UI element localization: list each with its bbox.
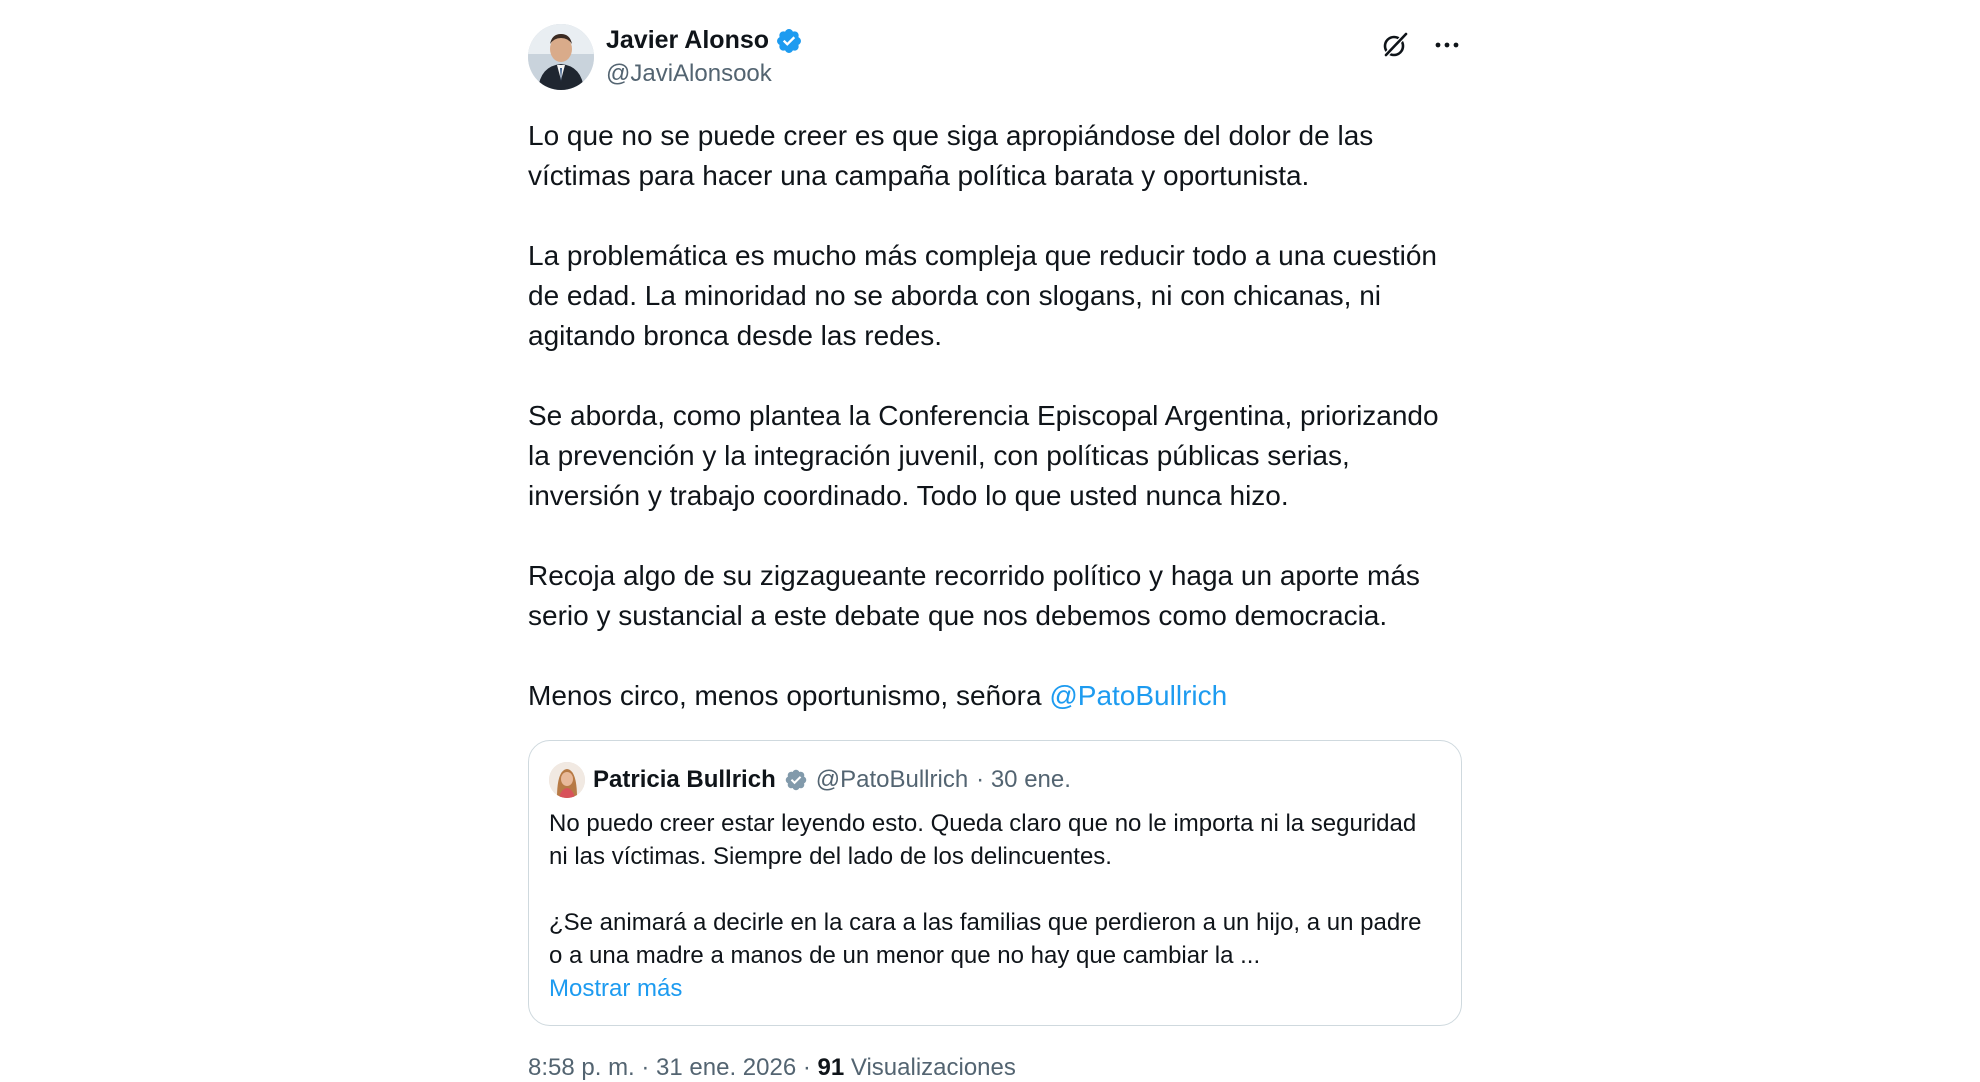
quote-header: Patricia Bullrich @PatoBullrich · 30 ene… <box>549 761 1441 799</box>
tweet-last-text: Menos circo, menos oportunismo, señora <box>528 680 1050 711</box>
show-more-link[interactable]: Mostrar más <box>549 972 1441 1005</box>
quote-avatar <box>549 762 585 798</box>
author-handle[interactable]: @JaviAlonsook <box>606 60 772 88</box>
quote-date: · 30 ene. <box>976 766 1071 793</box>
tweet-paragraph: Lo que no se puede creer es que siga apr… <box>528 120 1374 191</box>
quote-paragraph: No puedo creer estar leyendo esto. Queda… <box>549 810 1417 870</box>
tweet-paragraph: La problemática es mucho más compleja qu… <box>528 240 1437 351</box>
verified-badge-icon <box>775 27 803 55</box>
header-actions <box>1378 28 1464 62</box>
grok-icon[interactable] <box>1378 28 1412 62</box>
mention-link[interactable]: @PatoBullrich <box>1049 680 1227 711</box>
tweet-header: Javier Alonso @JaviAlonsook <box>528 20 1464 90</box>
author-name[interactable]: Javier Alonso <box>606 26 769 55</box>
tweet-paragraph: Se aborda, como plantea la Conferencia E… <box>528 400 1439 511</box>
quote-author-name: Patricia Bullrich <box>593 766 776 793</box>
tweet-meta: 8:58 p. m. · 31 ene. 2026 · 91 Visualiza… <box>528 1054 1464 1082</box>
more-icon[interactable] <box>1430 28 1464 62</box>
author-avatar[interactable] <box>528 24 594 90</box>
quote-author-handle: @PatoBullrich <box>815 766 969 793</box>
tweet-timestamp[interactable]: 8:58 p. m. · 31 ene. 2026 · <box>528 1054 818 1081</box>
tweet: Javier Alonso @JaviAlonsook Lo que no se… <box>528 20 1464 1082</box>
views-label: Visualizaciones <box>844 1054 1016 1081</box>
quote-body: No puedo creer estar leyendo esto. Queda… <box>549 807 1441 972</box>
tweet-body: Lo que no se puede creer es que siga apr… <box>528 116 1464 716</box>
views-count: 91 <box>817 1054 845 1081</box>
tweet-paragraph: Recoja algo de su zigzagueante recorrido… <box>528 560 1420 631</box>
tweet-paragraph-last: Menos circo, menos oportunismo, señora @… <box>528 676 1464 716</box>
quoted-tweet[interactable]: Patricia Bullrich @PatoBullrich · 30 ene… <box>528 740 1462 1026</box>
quote-paragraph: ¿Se animará a decirle en la cara a las f… <box>549 909 1422 969</box>
author-name-row: Javier Alonso <box>606 26 803 55</box>
verified-badge-icon <box>784 768 808 792</box>
